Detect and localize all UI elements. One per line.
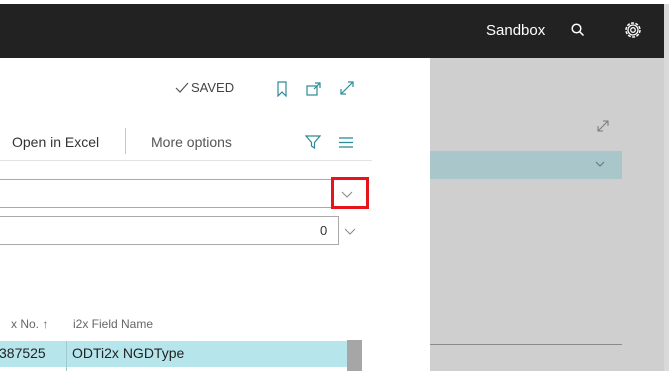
list-view-icon[interactable] — [338, 136, 354, 149]
number-chevron-down-icon[interactable] — [343, 224, 357, 238]
more-options-button[interactable]: More options — [151, 134, 232, 150]
open-new-window-icon[interactable] — [306, 82, 322, 96]
checkmark-icon — [175, 81, 189, 93]
background-chevron-down-icon — [593, 157, 607, 171]
window-edge — [664, 4, 669, 371]
open-in-excel-button[interactable]: Open in Excel — [12, 134, 99, 150]
column-header-no[interactable]: x No. ↑ — [11, 317, 48, 331]
dropdown-field[interactable] — [0, 179, 333, 208]
bookmark-icon[interactable] — [276, 81, 288, 98]
dialog-panel — [0, 58, 430, 371]
column-header-field-name[interactable]: i2x Field Name — [73, 317, 153, 331]
number-field-value: 0 — [320, 223, 328, 238]
cell-divider — [66, 341, 67, 371]
top-border — [0, 0, 669, 4]
background-expand-icon — [595, 118, 611, 134]
highlight-box — [331, 177, 369, 209]
toolbar-divider — [125, 128, 126, 154]
background-page — [430, 58, 669, 371]
environment-label: Sandbox — [486, 22, 546, 39]
saved-status: SAVED — [191, 80, 235, 95]
search-icon[interactable] — [570, 22, 586, 38]
number-field[interactable] — [0, 216, 339, 245]
toolbar-separator — [0, 160, 372, 161]
row-field-name-cell: ODTi2x NGDType — [72, 345, 185, 361]
background-divider — [430, 344, 622, 345]
gear-icon[interactable] — [623, 20, 643, 40]
row-no-cell: 387525 — [0, 345, 46, 361]
expand-icon[interactable] — [339, 80, 355, 96]
scrollbar[interactable] — [347, 340, 362, 371]
filter-icon[interactable] — [304, 134, 322, 150]
top-bar — [0, 0, 669, 58]
